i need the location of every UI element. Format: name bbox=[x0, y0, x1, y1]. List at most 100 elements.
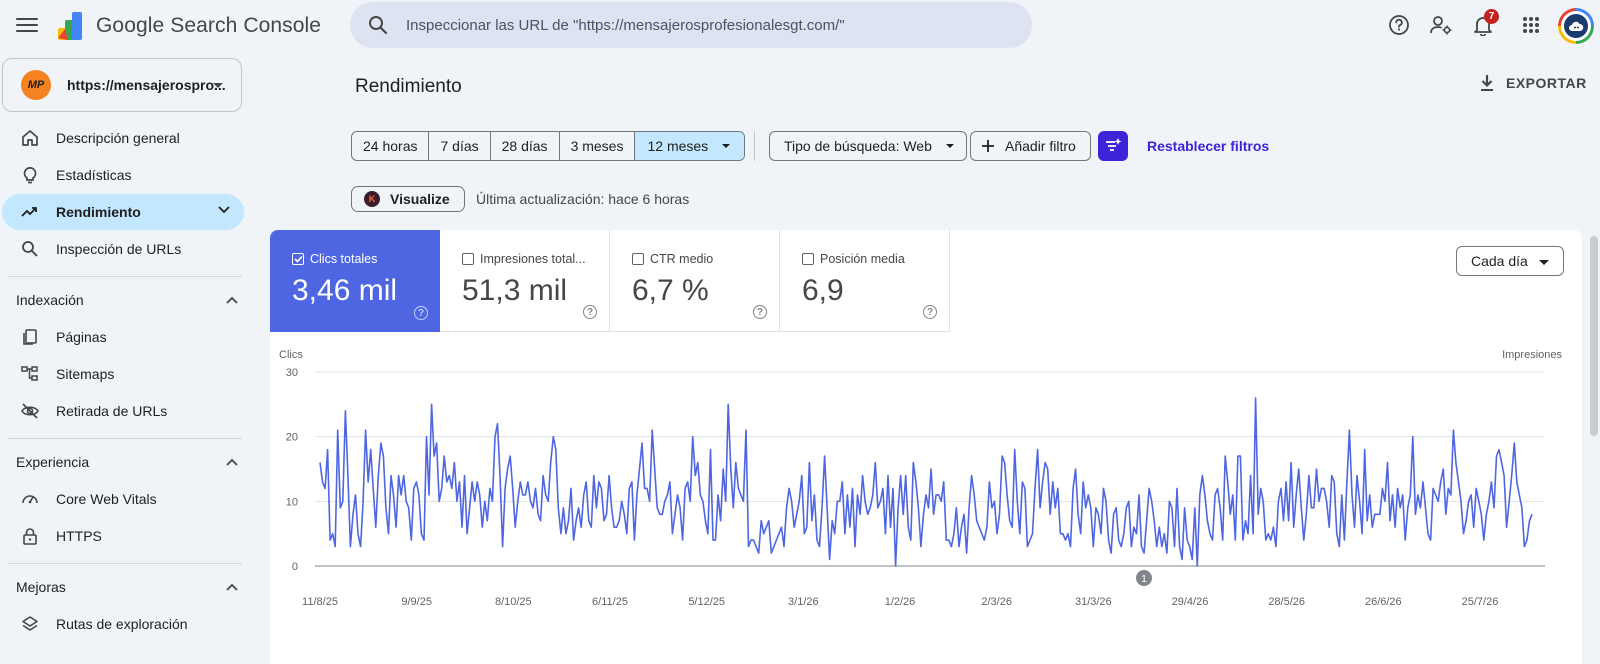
x-tick-label: 3/1/26 bbox=[788, 596, 819, 608]
nav-https[interactable]: HTTPS bbox=[2, 518, 244, 554]
account-avatar[interactable] bbox=[1558, 8, 1594, 44]
property-selector[interactable]: MP https://mensajerospro... bbox=[2, 58, 242, 112]
export-button[interactable]: EXPORTAR bbox=[1480, 74, 1587, 92]
y-tick-label: 0 bbox=[292, 561, 298, 573]
main-menu-icon[interactable] bbox=[16, 16, 38, 34]
sitemap-icon bbox=[20, 364, 40, 384]
range-7d-button[interactable]: 7 días bbox=[429, 132, 491, 160]
section-indexing[interactable]: Indexación bbox=[16, 288, 238, 312]
x-tick-label: 31/3/26 bbox=[1075, 596, 1112, 608]
nav-overview-label: Descripción general bbox=[56, 130, 180, 146]
url-inspection-input[interactable] bbox=[406, 16, 1006, 34]
y-tick-label: 20 bbox=[286, 432, 298, 444]
smart-filter-button[interactable] bbox=[1098, 131, 1128, 161]
nav-core-web-vitals[interactable]: Core Web Vitals bbox=[2, 481, 244, 517]
speed-gauge-icon bbox=[20, 489, 40, 509]
nav-sitemaps[interactable]: Sitemaps bbox=[2, 356, 244, 392]
metric-average-ctr[interactable]: CTR medio 6,7 % ? bbox=[610, 230, 780, 332]
app-name: Google Search Console bbox=[96, 14, 322, 37]
visualize-label: Visualize bbox=[390, 191, 450, 207]
trending-up-icon bbox=[20, 202, 40, 222]
y-axis-label-left: Clics bbox=[279, 349, 303, 361]
metric-label: Impresiones total... bbox=[480, 252, 586, 266]
cloud-avatar-icon bbox=[1569, 21, 1584, 31]
notifications-icon[interactable]: 7 bbox=[1470, 9, 1499, 38]
nav-url-inspection[interactable]: Inspección de URLs bbox=[2, 231, 244, 267]
nav-pages-label: Páginas bbox=[56, 329, 107, 345]
nav-url-inspection-label: Inspección de URLs bbox=[56, 241, 182, 257]
x-tick-label: 2/3/26 bbox=[981, 596, 1012, 608]
x-tick-label: 26/6/26 bbox=[1365, 596, 1402, 608]
clicks-line-chart: Clics Impresiones 0 10 20 30 11/8/25 9/9/25 8/10… bbox=[279, 349, 1562, 608]
nav-stats[interactable]: Estadísticas bbox=[2, 157, 244, 193]
metric-value: 6,9 bbox=[802, 274, 844, 307]
section-experience-title: Experiencia bbox=[16, 454, 90, 470]
nav-breadcrumbs[interactable]: Rutas de exploración bbox=[2, 606, 244, 642]
sidebar-divider bbox=[8, 438, 242, 439]
range-3m-button[interactable]: 3 meses bbox=[560, 132, 636, 160]
filter-sparkle-icon bbox=[1106, 138, 1122, 151]
x-tick-label: 11/8/25 bbox=[302, 596, 338, 608]
checkbox-icon[interactable] bbox=[802, 253, 814, 265]
help-icon[interactable]: ? bbox=[753, 305, 767, 319]
property-logo: MP bbox=[21, 70, 51, 100]
export-label: EXPORTAR bbox=[1506, 75, 1587, 91]
nav-pages[interactable]: Páginas bbox=[2, 319, 244, 355]
chevron-up-icon bbox=[226, 583, 238, 591]
url-inspection-search-bar[interactable] bbox=[350, 2, 1032, 48]
nav-performance[interactable]: Rendimiento bbox=[2, 194, 244, 230]
pages-icon bbox=[20, 327, 40, 347]
page-scrollbar[interactable] bbox=[1590, 236, 1598, 436]
help-icon[interactable]: ? bbox=[414, 306, 428, 320]
checkbox-checked-icon[interactable] bbox=[292, 253, 304, 265]
home-icon bbox=[20, 128, 40, 148]
lock-icon bbox=[20, 526, 40, 546]
section-enhancements-title: Mejoras bbox=[16, 579, 66, 595]
visualize-logo: K bbox=[364, 191, 380, 207]
metric-value: 6,7 % bbox=[632, 274, 709, 307]
help-icon[interactable] bbox=[1386, 12, 1412, 38]
nav-overview[interactable]: Descripción general bbox=[2, 120, 244, 156]
nav-url-removals-label: Retirada de URLs bbox=[56, 403, 168, 419]
x-tick-label: 28/5/26 bbox=[1268, 596, 1305, 608]
metric-label: CTR medio bbox=[650, 252, 714, 266]
help-icon[interactable]: ? bbox=[583, 305, 597, 319]
annotation-label: 1 bbox=[1141, 574, 1147, 585]
x-tick-label: 29/4/26 bbox=[1172, 596, 1209, 608]
sidebar-divider bbox=[8, 276, 242, 277]
metric-average-position[interactable]: Posición media 6,9 ? bbox=[780, 230, 950, 332]
user-settings-icon[interactable] bbox=[1428, 12, 1454, 38]
apps-grid-icon[interactable] bbox=[1518, 12, 1544, 38]
caret-down-icon bbox=[1539, 260, 1549, 265]
add-filter-button[interactable]: Añadir filtro bbox=[970, 131, 1091, 161]
range-28d-button[interactable]: 28 días bbox=[491, 132, 560, 160]
notification-count-badge: 7 bbox=[1484, 9, 1499, 24]
top-bar: Google Search Console 7 bbox=[0, 0, 1600, 52]
section-enhancements[interactable]: Mejoras bbox=[16, 575, 238, 599]
checkbox-icon[interactable] bbox=[632, 253, 644, 265]
download-icon bbox=[1481, 75, 1493, 91]
visibility-off-icon bbox=[20, 401, 40, 421]
section-indexing-title: Indexación bbox=[16, 292, 84, 308]
metric-total-impressions[interactable]: Impresiones total... 51,3 mil ? bbox=[440, 230, 610, 332]
range-12m-button[interactable]: 12 meses bbox=[635, 132, 745, 160]
nav-breadcrumbs-label: Rutas de exploración bbox=[56, 616, 188, 632]
x-tick-label: 5/12/25 bbox=[688, 596, 725, 608]
nav-https-label: HTTPS bbox=[56, 528, 102, 544]
metric-total-clicks[interactable]: Clics totales 3,46 mil ? bbox=[270, 230, 440, 332]
performance-card: Clics totales 3,46 mil ? Impresiones tot… bbox=[270, 230, 1582, 664]
checkbox-icon[interactable] bbox=[462, 253, 474, 265]
visualize-button[interactable]: K Visualize bbox=[351, 186, 465, 212]
help-icon[interactable]: ? bbox=[923, 305, 937, 319]
search-type-dropdown[interactable]: Tipo de búsqueda: Web bbox=[769, 131, 967, 161]
search-icon bbox=[20, 239, 40, 259]
caret-down-icon bbox=[722, 144, 731, 148]
granularity-dropdown[interactable]: Cada día bbox=[1456, 246, 1564, 276]
nav-url-removals[interactable]: Retirada de URLs bbox=[2, 393, 244, 429]
reset-filters-link[interactable]: Restablecer filtros bbox=[1147, 138, 1269, 154]
x-tick-label: 25/7/26 bbox=[1462, 596, 1499, 608]
section-experience[interactable]: Experiencia bbox=[16, 450, 238, 474]
range-24h-button[interactable]: 24 horas bbox=[352, 132, 430, 160]
chevron-down-icon[interactable] bbox=[218, 206, 230, 214]
app-logo[interactable]: Google Search Console bbox=[56, 10, 321, 42]
